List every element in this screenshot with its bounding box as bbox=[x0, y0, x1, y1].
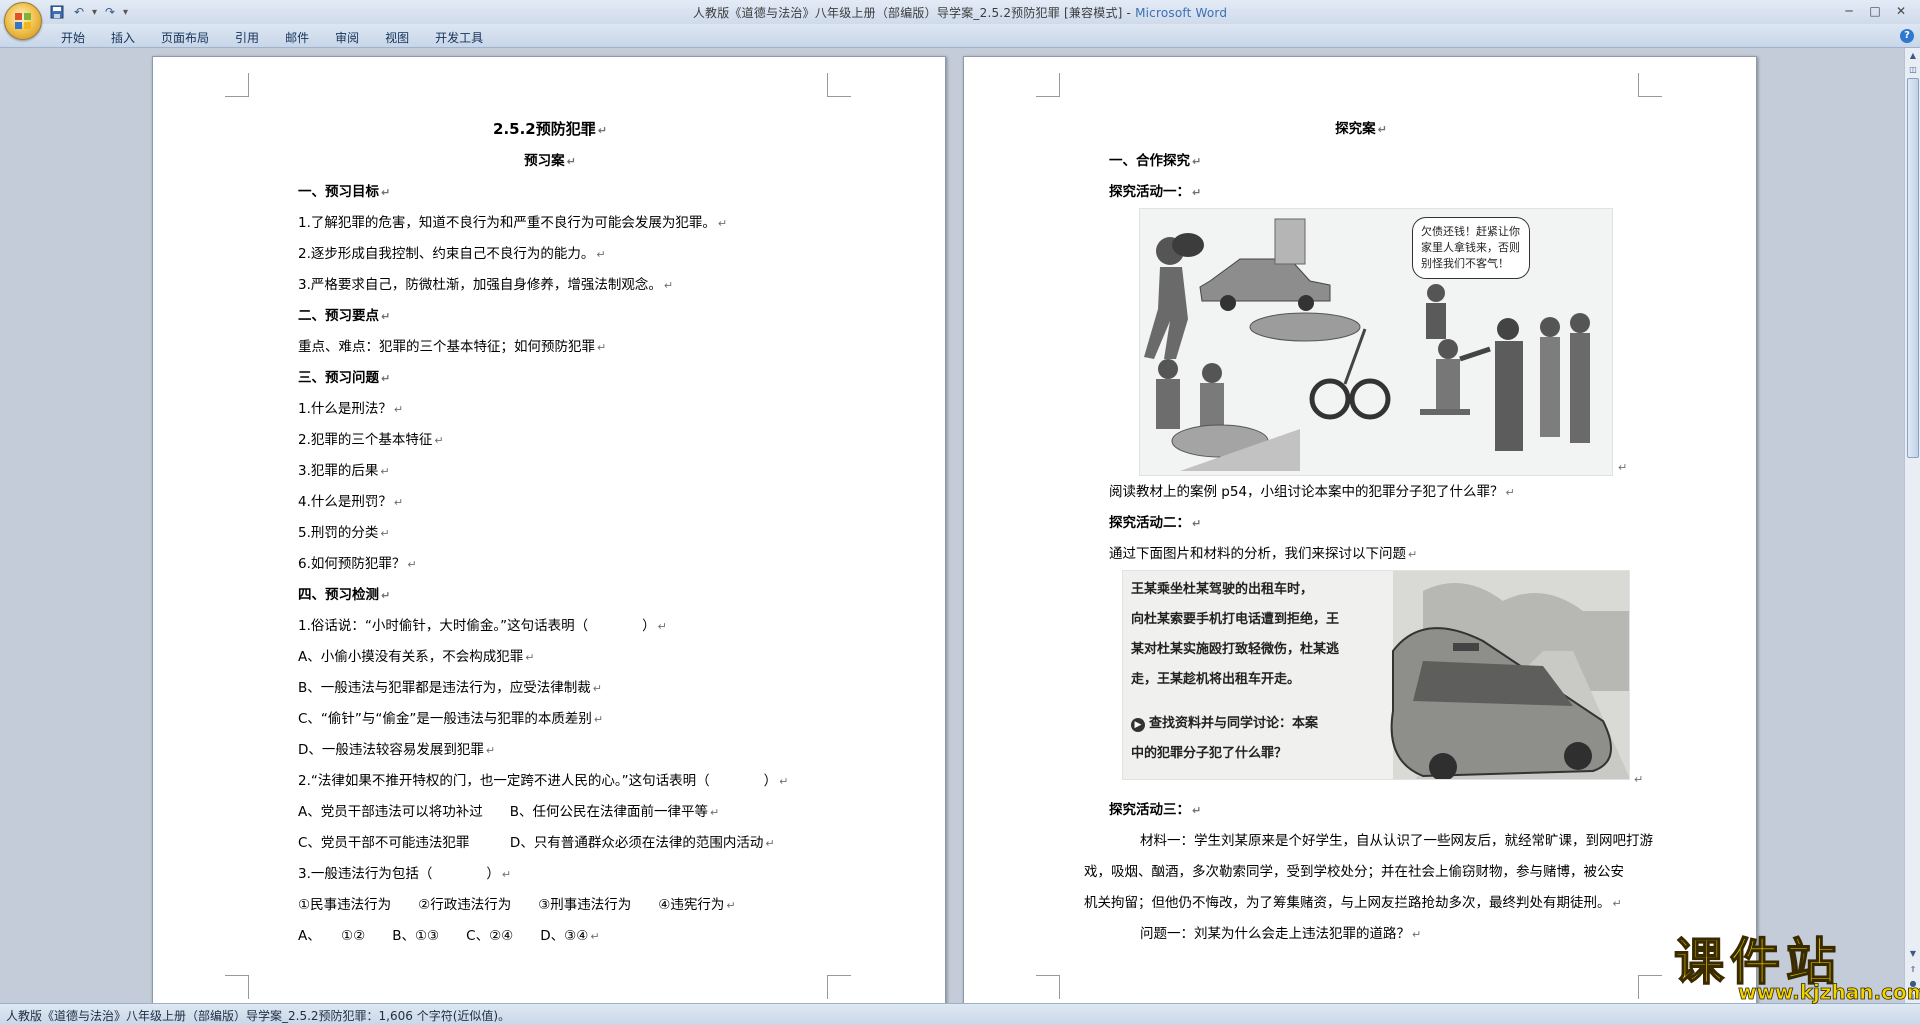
body-line: 2.“法律如果不推开特权的门，也一定跨不进人民的心。”这句话表明（ ） ↵ bbox=[298, 773, 789, 789]
ruler-toggle-icon[interactable]: ◫ bbox=[1907, 64, 1919, 76]
paragraph-mark: ↵ bbox=[1618, 461, 1628, 474]
crime-scenes-drawing bbox=[1144, 218, 1590, 471]
body-line: D、一般违法较容易发展到犯罪 ↵ bbox=[298, 742, 496, 758]
body-line: 3.犯罪的后果 ↵ bbox=[298, 463, 390, 479]
tab-page-layout[interactable]: 页面布局 bbox=[148, 27, 222, 48]
customize-qat-icon[interactable]: ▾ bbox=[123, 7, 128, 18]
tab-review[interactable]: 审阅 bbox=[322, 27, 372, 48]
tab-insert[interactable]: 插入 bbox=[98, 27, 148, 48]
material-line: 机关拘留；但他仍不悔改，为了筹集赌资，与上网友拦路抢劫多次，最终判处有期徒刑。 ↵ bbox=[1084, 895, 1622, 911]
body-line: 3.严格要求自己，防微杜渐，加强自身修养，增强法制观念。 ↵ bbox=[298, 277, 674, 293]
office-button[interactable] bbox=[4, 2, 42, 40]
quick-access-toolbar: ↶ ▾ ↷ ▾ bbox=[48, 3, 128, 21]
title-bar: 人教版《道德与法治》八年级上册（部编版）导学案_2.5.2预防犯罪 [兼容模式]… bbox=[0, 0, 1920, 24]
body-line: 1.俗话说：“小时偷针，大时偷金。”这句话表明（ ） ↵ bbox=[298, 618, 667, 634]
body-line: 2.犯罪的三个基本特征 ↵ bbox=[298, 432, 444, 448]
body-line: A、小偷小摸没有关系，不会构成犯罪 ↵ bbox=[298, 649, 535, 665]
activity-label: 探究活动一： ↵ bbox=[1109, 184, 1202, 200]
vertical-scrollbar[interactable]: ▲ ◫ ▼ ⇑ ● ⇓ bbox=[1904, 48, 1920, 1003]
tab-developer[interactable]: 开发工具 bbox=[422, 27, 496, 48]
body-line: 5.刑罚的分类 ↵ bbox=[298, 525, 390, 541]
previous-page-icon[interactable]: ⇑ bbox=[1907, 964, 1919, 976]
save-icon[interactable] bbox=[48, 3, 66, 21]
activity-label: 探究活动二： ↵ bbox=[1109, 515, 1202, 531]
crop-mark bbox=[1638, 975, 1662, 999]
body-line: 1.了解犯罪的危害，知道不良行为和严重不良行为可能会发展为犯罪。 ↵ bbox=[298, 215, 728, 231]
body-line: ①民事违法行为 ②行政违法行为 ③刑事违法行为 ④违宪行为 ↵ bbox=[298, 897, 736, 913]
minimize-button[interactable]: ─ bbox=[1836, 2, 1862, 20]
undo-icon[interactable]: ↶ bbox=[70, 3, 88, 21]
paragraph-mark: ↵ bbox=[1634, 773, 1644, 786]
body-line: 6.如何预防犯罪？ ↵ bbox=[298, 556, 417, 572]
undo-dropdown-icon[interactable]: ▾ bbox=[92, 7, 97, 18]
tab-view[interactable]: 视图 bbox=[372, 27, 422, 48]
body-line: 3.一般违法行为包括（ ） ↵ bbox=[298, 866, 512, 882]
tab-references[interactable]: 引用 bbox=[222, 27, 272, 48]
office-logo-icon bbox=[15, 13, 31, 29]
scroll-up-icon[interactable]: ▲ bbox=[1907, 50, 1919, 62]
crop-mark bbox=[1036, 73, 1060, 97]
activity-label: 探究活动三： ↵ bbox=[1109, 802, 1202, 818]
section-heading: 一、合作探究 ↵ bbox=[1109, 153, 1202, 169]
close-button[interactable]: ✕ bbox=[1888, 2, 1914, 20]
page-right[interactable]: 探究案 ↵ 一、合作探究 ↵ 探究活动一： ↵ 欠债还钱！赶紧让你家里人拿钱来，… bbox=[963, 56, 1757, 1003]
activity-intro: 通过下面图片和材料的分析，我们来探讨以下问题 ↵ bbox=[1109, 546, 1418, 562]
crop-mark bbox=[827, 73, 851, 97]
material-line: 材料一：学生刘某原来是个好学生，自从认识了一些网友后，就经常旷课，到网吧打游 bbox=[1140, 833, 1653, 849]
figure-caption-line: 某对杜某实施殴打致轻微伤，杜某逃 bbox=[1131, 642, 1340, 657]
material-line: 戏，吸烟、酗酒，多次勒索同学，受到学校处分；并在社会上偷窃财物，参与赌博，被公安 bbox=[1084, 864, 1624, 880]
figure-caption-line: 王某乘坐杜某驾驶的出租车时， bbox=[1131, 582, 1314, 597]
crop-mark bbox=[225, 975, 249, 999]
redo-icon[interactable]: ↷ bbox=[101, 3, 119, 21]
body-line: A、 ①② B、①③ C、②④ D、③④ ↵ bbox=[298, 928, 600, 944]
body-line: B、一般违法与犯罪都是违法行为，应受法律制裁 ↵ bbox=[298, 680, 602, 696]
body-line: 1.什么是刑法？ ↵ bbox=[298, 401, 404, 417]
ribbon-tabs: 开始 插入 页面布局 引用 邮件 审阅 视图 开发工具 bbox=[48, 27, 496, 48]
app-name: Microsoft Word bbox=[1135, 6, 1228, 20]
status-bar: 人教版《道德与法治》八年级上册（部编版）导学案_2.5.2预防犯罪：1,606 … bbox=[0, 1003, 1920, 1025]
speech-bubble: 欠债还钱！赶紧让你家里人拿钱来，否则别怪我们不客气！ bbox=[1412, 217, 1530, 279]
watermark: 课件站 www.kjzhan.com bbox=[1668, 922, 1920, 1004]
body-line: C、党员干部不可能违法犯罪 D、只有普通群众必须在法律的范围内活动 ↵ bbox=[298, 835, 775, 851]
body-line: 重点、难点：犯罪的三个基本特征；如何预防犯罪 ↵ bbox=[298, 339, 607, 355]
crop-mark bbox=[827, 975, 851, 999]
body-line: A、党员干部违法可以将功补过 B、任何公民在法律面前一律平等 ↵ bbox=[298, 804, 720, 820]
question-line: 问题一：刘某为什么会走上违法犯罪的道路？ ↵ bbox=[1140, 926, 1422, 942]
section-heading: 一、预习目标 ↵ bbox=[298, 184, 391, 200]
body-line: 4.什么是刑罚？ ↵ bbox=[298, 494, 404, 510]
page-title: 探究案 ↵ bbox=[1335, 121, 1387, 137]
window-title: 人教版《道德与法治》八年级上册（部编版）导学案_2.5.2预防犯罪 [兼容模式]… bbox=[0, 4, 1920, 21]
crop-mark bbox=[1638, 73, 1662, 97]
activity-question: 阅读教材上的案例 p54，小组讨论本案中的犯罪分子犯了什么罪？ ↵ bbox=[1109, 484, 1515, 500]
document-workspace: 2.5.2预防犯罪 ↵ 预习案 ↵ 一、预习目标 ↵ 1.了解犯罪的危害，知道不良行为和… bbox=[0, 48, 1904, 1003]
document-title: 人教版《道德与法治》八年级上册（部编版）导学案_2.5.2预防犯罪 [兼容模式]… bbox=[692, 6, 1136, 20]
illustration-crime-cases: 欠债还钱！赶紧让你家里人拿钱来，否则别怪我们不客气！ bbox=[1139, 208, 1613, 476]
crop-mark bbox=[225, 73, 249, 97]
ribbon: 开始 插入 页面布局 引用 邮件 审阅 视图 开发工具 ? bbox=[0, 24, 1920, 48]
section-heading: 四、预习检测 ↵ bbox=[298, 587, 391, 603]
figure-prompt-line: 中的犯罪分子犯了什么罪？ bbox=[1131, 746, 1288, 761]
window-controls: ─ □ ✕ bbox=[1836, 2, 1914, 20]
figure-caption-line: 走，王某趁机将出租车开走。 bbox=[1131, 672, 1301, 687]
scroll-down-icon[interactable]: ▼ bbox=[1907, 948, 1919, 960]
page-subtitle: 预习案 ↵ bbox=[524, 153, 576, 169]
maximize-button[interactable]: □ bbox=[1862, 2, 1888, 20]
scroll-thumb[interactable] bbox=[1907, 78, 1919, 458]
crop-mark bbox=[1036, 975, 1060, 999]
figure-caption-line: 向杜某索要手机打电话遭到拒绝，王 bbox=[1131, 612, 1340, 627]
page-left[interactable]: 2.5.2预防犯罪 ↵ 预习案 ↵ 一、预习目标 ↵ 1.了解犯罪的危害，知道不良行为和… bbox=[152, 56, 946, 1003]
illustration-taxi-case: 王某乘坐杜某驾驶的出租车时， 向杜某索要手机打电话遭到拒绝，王 某对杜某实施殴打… bbox=[1122, 570, 1630, 780]
figure-prompt-line: ▶ 查找资料并与同学讨论：本案 bbox=[1131, 713, 1318, 735]
tab-mailings[interactable]: 邮件 bbox=[272, 27, 322, 48]
section-heading: 二、预习要点 ↵ bbox=[298, 308, 391, 324]
tab-home[interactable]: 开始 bbox=[48, 27, 98, 48]
help-icon[interactable]: ? bbox=[1900, 29, 1914, 43]
section-heading: 三、预习问题 ↵ bbox=[298, 370, 391, 386]
watermark-url: www.kjzhan.com bbox=[1738, 980, 1920, 1005]
page-title: 2.5.2预防犯罪 ↵ bbox=[493, 120, 607, 138]
body-line: C、“偷针”与“偷金”是一般违法与犯罪的本质差别 ↵ bbox=[298, 711, 604, 727]
body-line: 2.逐步形成自我控制、约束自己不良行为的能力。 ↵ bbox=[298, 246, 606, 262]
status-text: 人教版《道德与法治》八年级上册（部编版）导学案_2.5.2预防犯罪：1,606 … bbox=[6, 1009, 511, 1023]
prompt-bullet-icon: ▶ bbox=[1131, 718, 1145, 732]
